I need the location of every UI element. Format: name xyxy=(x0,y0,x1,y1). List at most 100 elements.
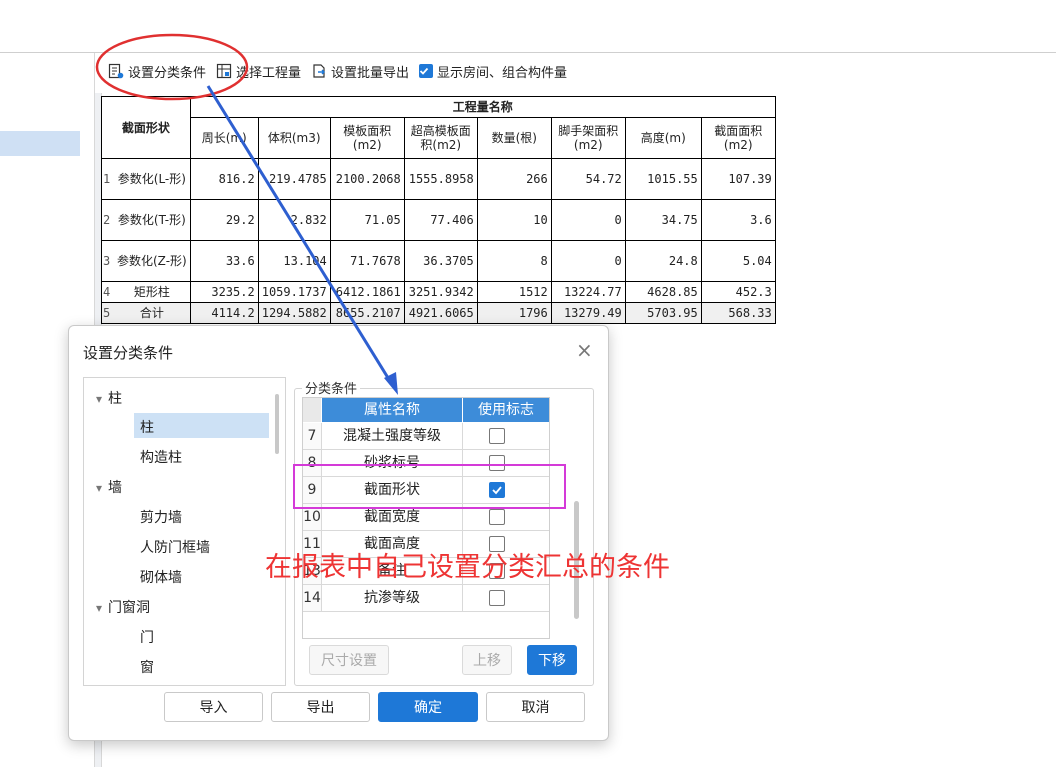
grid-row-index: 9 xyxy=(303,477,322,503)
component-tree: ▾ 柱 柱 构造柱 ▾ 墙 剪力墙 人防门框墙 砌体墙 ▾ 门窗洞 门 窗 xyxy=(83,377,286,686)
set-classify-label: 设置分类条件 xyxy=(128,65,207,81)
column-header: 体积(m3) xyxy=(257,117,331,159)
ok-button[interactable]: 确定 xyxy=(378,692,478,722)
tree-node-column[interactable]: 柱 xyxy=(140,417,154,437)
table-total-row[interactable]: 5 合计 4114.2 1294.5882 8655.2107 4921.606… xyxy=(101,302,776,324)
grid-row[interactable]: 10 截面宽度 xyxy=(303,504,549,531)
column-header: 周长(m) xyxy=(189,117,259,159)
set-classify-button[interactable]: 设置分类条件 xyxy=(108,62,206,81)
select-quantity-button[interactable]: 选择工程量 xyxy=(216,62,301,81)
table-cell: 2100.2068 xyxy=(329,158,405,200)
tree-scrollbar[interactable] xyxy=(275,394,279,454)
row-name: 参数化(Z-形) xyxy=(114,240,191,282)
row-index: 4 xyxy=(101,281,114,303)
table-cell: 8 xyxy=(476,240,552,282)
export-icon xyxy=(313,64,326,78)
batch-export-label: 设置批量导出 xyxy=(331,65,410,81)
grid-row-name: 截面宽度 xyxy=(322,504,463,530)
attribute-grid: 属性名称 使用标志 7 混凝土强度等级 8 砂浆标号 9 截面形状 10 截面宽… xyxy=(302,397,550,639)
table-cell: 1015.55 xyxy=(624,158,702,200)
table-cell: 1796 xyxy=(476,302,552,324)
grid-row[interactable]: 14 抗渗等级 xyxy=(303,585,549,612)
left-panel-header xyxy=(0,53,95,93)
chevron-down-icon[interactable]: ▾ xyxy=(96,392,102,406)
table-cell: 24.8 xyxy=(624,240,702,282)
table-cell: 4921.6065 xyxy=(403,302,478,324)
grid-row[interactable]: 9 截面形状 xyxy=(303,477,549,504)
grid-row-index: 14 xyxy=(303,585,322,611)
batch-export-button[interactable]: 设置批量导出 xyxy=(311,62,409,81)
import-button[interactable]: 导入 xyxy=(164,692,263,722)
tree-node-masonry-wall[interactable]: 砌体墙 xyxy=(140,567,182,587)
tree-node-civil-door-frame-wall[interactable]: 人防门框墙 xyxy=(140,537,210,557)
table-cell: 34.75 xyxy=(624,199,702,241)
report-toolbar: 设置分类条件 选择工程量 设置批量导出 显示房间、组合构件量 xyxy=(108,60,577,82)
table-select-icon xyxy=(216,63,232,79)
table-cell: 29.2 xyxy=(189,199,259,241)
chevron-down-icon[interactable]: ▾ xyxy=(96,601,102,615)
grid-row[interactable]: 7 混凝土强度等级 xyxy=(303,423,549,450)
grid-row-name: 砂浆标号 xyxy=(322,450,463,476)
table-row[interactable]: 1 参数化(L-形) 816.2 219.4785 2100.2068 1555… xyxy=(101,158,776,200)
export-button[interactable]: 导出 xyxy=(271,692,370,722)
table-cell: 2.832 xyxy=(257,199,331,241)
grid-row-index: 7 xyxy=(303,423,322,449)
dialog-title: 设置分类条件 xyxy=(83,344,174,362)
table-cell: 1555.8958 xyxy=(403,158,478,200)
tree-node-shear-wall[interactable]: 剪力墙 xyxy=(140,507,182,527)
table-cell: 6412.1861 xyxy=(329,281,405,303)
use-flag-checkbox[interactable] xyxy=(489,590,505,606)
move-down-button[interactable]: 下移 xyxy=(527,645,577,675)
table-cell: 33.6 xyxy=(189,240,259,282)
grid-corner xyxy=(303,398,321,422)
row-index: 3 xyxy=(101,240,114,282)
checkmark-icon xyxy=(492,486,502,495)
row-name: 合计 xyxy=(114,302,191,324)
cancel-button[interactable]: 取消 xyxy=(486,692,585,722)
table-cell: 219.4785 xyxy=(257,158,331,200)
tree-node-column-group[interactable]: ▾ 柱 xyxy=(96,388,122,408)
grid-header-flag: 使用标志 xyxy=(463,398,549,422)
column-header: 数量(根) xyxy=(476,117,552,159)
table-cell: 3.6 xyxy=(700,199,776,241)
use-flag-checkbox[interactable] xyxy=(489,509,505,525)
grid-row-name: 抗渗等级 xyxy=(322,585,463,611)
row-name: 参数化(T-形) xyxy=(114,199,191,241)
use-flag-checkbox[interactable] xyxy=(489,428,505,444)
use-flag-checkbox[interactable] xyxy=(489,482,505,498)
table-row[interactable]: 3 参数化(Z-形) 33.6 13.104 71.7678 36.3705 8… xyxy=(101,240,776,282)
table-cell: 10 xyxy=(476,199,552,241)
tree-node-label: 墙 xyxy=(108,480,123,496)
show-rooms-checkbox[interactable]: 显示房间、组合构件量 xyxy=(419,62,567,81)
size-setting-button[interactable]: 尺寸设置 xyxy=(309,645,389,675)
table-cell: 71.05 xyxy=(329,199,405,241)
tree-node-wall-group[interactable]: ▾ 墙 xyxy=(96,477,122,497)
column-header: 超高模板面积(m2) xyxy=(403,117,478,159)
use-flag-checkbox[interactable] xyxy=(489,455,505,471)
tree-node-door[interactable]: 门 xyxy=(140,627,154,647)
table-cell: 4114.2 xyxy=(189,302,259,324)
left-panel-selected-row[interactable] xyxy=(0,131,80,156)
tree-node-window[interactable]: 窗 xyxy=(140,657,154,677)
table-row[interactable]: 4 矩形柱 3235.2 1059.1737 6412.1861 3251.93… xyxy=(101,281,776,303)
table-cell: 568.33 xyxy=(700,302,776,324)
column-header: 高度(m) xyxy=(624,117,702,159)
move-up-button[interactable]: 上移 xyxy=(462,645,512,675)
select-quantity-label: 选择工程量 xyxy=(236,65,302,81)
chevron-down-icon[interactable]: ▾ xyxy=(96,481,102,495)
table-row[interactable]: 2 参数化(T-形) 29.2 2.832 71.05 77.406 10 0 … xyxy=(101,199,776,241)
table-cell: 77.406 xyxy=(403,199,478,241)
grid-row[interactable]: 8 砂浆标号 xyxy=(303,450,549,477)
classify-settings-icon xyxy=(108,63,124,79)
close-icon[interactable]: × xyxy=(576,340,593,360)
row-index: 5 xyxy=(101,302,114,324)
tree-node-constructional-column[interactable]: 构造柱 xyxy=(140,447,182,467)
show-rooms-label: 显示房间、组合构件量 xyxy=(437,65,568,81)
table-cell: 71.7678 xyxy=(329,240,405,282)
table-cell: 0 xyxy=(550,199,626,241)
tree-node-label: 门窗洞 xyxy=(108,600,151,616)
table-cell: 1059.1737 xyxy=(257,281,331,303)
tree-node-openings-group[interactable]: ▾ 门窗洞 xyxy=(96,597,150,617)
grid-row-index: 8 xyxy=(303,450,322,476)
group-label: 分类条件 xyxy=(302,378,361,397)
